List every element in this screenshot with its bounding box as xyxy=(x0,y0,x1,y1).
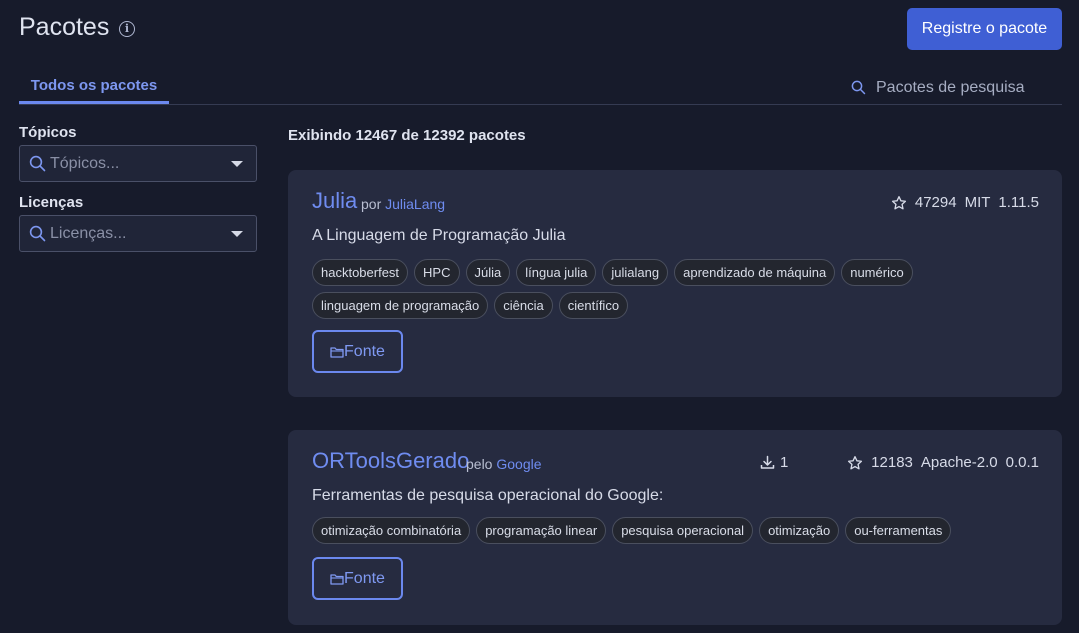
search-input[interactable] xyxy=(876,75,1056,101)
author-prefix: por xyxy=(361,196,382,212)
download-count: 1 xyxy=(760,454,788,471)
package-author: por JuliaLang xyxy=(361,196,445,212)
tag-list: otimização combinatória programação line… xyxy=(312,517,1012,544)
search-icon xyxy=(851,80,866,95)
chevron-down-icon[interactable] xyxy=(231,231,243,237)
page-title: Pacotes xyxy=(19,13,110,41)
tag[interactable]: linguagem de programação xyxy=(312,292,489,319)
author-prefix: pelo xyxy=(466,456,493,472)
version-label: 1.11.5 xyxy=(998,194,1039,211)
star-count: 12183 xyxy=(871,454,913,471)
tag[interactable]: programação linear xyxy=(476,517,607,544)
package-card: Julia por JuliaLang 47294 MIT 1.11.5 A L… xyxy=(288,170,1062,397)
tag[interactable]: julialang xyxy=(602,259,669,286)
tag[interactable]: ou-ferramentas xyxy=(845,517,952,544)
topics-input[interactable] xyxy=(50,152,220,176)
search-icon xyxy=(29,155,46,172)
star-icon xyxy=(848,455,863,469)
tag[interactable]: pesquisa operacional xyxy=(612,517,754,544)
author-link[interactable]: Google xyxy=(496,456,541,472)
source-button[interactable]: Fonte xyxy=(312,330,403,373)
package-author: pelo Google xyxy=(466,456,542,472)
star-icon xyxy=(891,195,906,209)
tag[interactable]: otimização combinatória xyxy=(312,517,471,544)
tab-all-packages[interactable]: Todos os pacotes xyxy=(19,70,169,104)
tag[interactable]: aprendizado de máquina xyxy=(674,259,836,286)
source-label: Fonte xyxy=(344,343,385,360)
licenses-input[interactable] xyxy=(50,222,220,246)
tag[interactable]: HPC xyxy=(414,259,460,286)
tag[interactable]: hacktoberfest xyxy=(312,259,409,286)
results-count: Exibindo 12467 de 12392 pacotes xyxy=(288,127,526,144)
licenses-label: Licenças xyxy=(19,194,84,211)
search-icon xyxy=(29,225,46,242)
package-name[interactable]: ORToolsGerado xyxy=(312,448,469,474)
info-icon[interactable]: i xyxy=(119,21,135,37)
star-count: 47294 xyxy=(914,194,957,211)
tag[interactable]: língua julia xyxy=(516,259,597,286)
version-label: 0.0.1 xyxy=(1005,454,1039,471)
folder-icon xyxy=(330,574,344,585)
tag[interactable]: científico xyxy=(558,292,629,319)
topics-label: Tópicos xyxy=(19,124,77,141)
register-package-button[interactable]: Registre o pacote xyxy=(907,8,1062,50)
tag[interactable]: ciência xyxy=(494,292,553,319)
package-name[interactable]: Julia xyxy=(312,188,357,214)
package-meta: 47294 MIT 1.11.5 xyxy=(891,194,1039,211)
license-label: Apache-2.0 xyxy=(920,454,998,471)
tag-list: hacktoberfest HPC Júlia língua julia jul… xyxy=(312,259,1012,319)
source-label: Fonte xyxy=(344,570,385,587)
download-value: 1 xyxy=(780,454,789,471)
licenses-filter[interactable] xyxy=(19,215,257,252)
package-description: Ferramentas de pesquisa operacional do G… xyxy=(312,487,664,504)
package-meta: 12183 Apache-2.0 0.0.1 xyxy=(847,454,1039,471)
package-search xyxy=(848,72,1062,102)
download-icon xyxy=(760,455,775,469)
license-label: MIT xyxy=(964,194,991,211)
package-description: A Linguagem de Programação Julia xyxy=(312,227,566,244)
tag[interactable]: otimização xyxy=(759,517,840,544)
chevron-down-icon[interactable] xyxy=(231,161,243,167)
source-button[interactable]: Fonte xyxy=(312,557,403,600)
author-link[interactable]: JuliaLang xyxy=(385,196,445,212)
tab-divider xyxy=(19,104,1062,105)
package-card: ORToolsGerado pelo Google 1 12183 Apache… xyxy=(288,430,1062,625)
folder-icon xyxy=(330,347,344,358)
topics-filter[interactable] xyxy=(19,145,257,182)
tag[interactable]: Júlia xyxy=(465,259,511,286)
tag[interactable]: numérico xyxy=(841,259,913,286)
